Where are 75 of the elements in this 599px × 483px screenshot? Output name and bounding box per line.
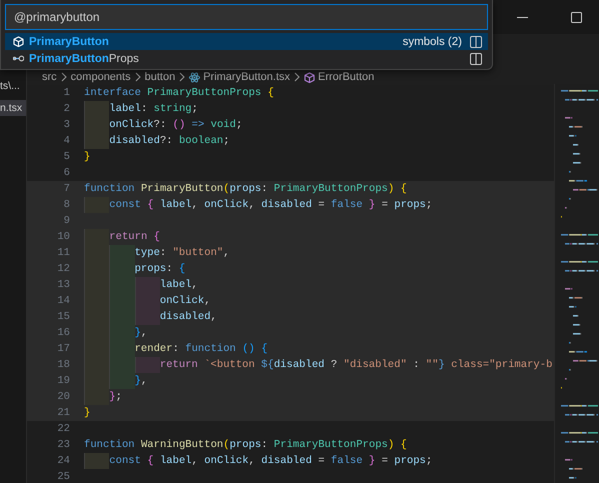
- line-number: 16: [56, 326, 71, 341]
- code-line: return {: [109, 230, 160, 245]
- breadcrumb-item[interactable]: button: [144, 71, 176, 83]
- code-line: },: [134, 326, 148, 341]
- chevron-icon: [60, 72, 68, 82]
- line-number: 18: [56, 358, 71, 373]
- code-line: }: [84, 406, 90, 421]
- indent-guide: [84, 453, 110, 469]
- code-line: label,: [160, 278, 198, 293]
- code-line: const { label, onClick, disabled = false } = props;: [109, 454, 432, 469]
- split-icon: [470, 52, 482, 64]
- line-number: 21: [56, 406, 71, 421]
- breadcrumb-item[interactable]: components: [70, 71, 131, 83]
- line-number: 10: [56, 230, 71, 245]
- line-number: 6: [62, 166, 71, 181]
- chevron-icon: [134, 72, 142, 82]
- line-number: 1: [62, 86, 71, 101]
- maximize-icon: [570, 12, 582, 22]
- code-line: function PrimaryButton(props: PrimaryButtonProps) {: [84, 182, 407, 197]
- line-number: 7: [62, 182, 71, 197]
- breadcrumb-item[interactable]: PrimaryButton.tsx: [203, 71, 290, 83]
- interface-icon: [13, 53, 24, 64]
- line-number: 4: [62, 134, 71, 149]
- code-line: function WarningButton(props: PrimaryButtonProps) {: [84, 438, 407, 453]
- line-number: 3: [62, 118, 71, 133]
- file-item[interactable]: ts\...: [0, 78, 26, 94]
- split-icon: [470, 36, 482, 48]
- breadcrumb-item[interactable]: ErrorButton: [318, 71, 374, 83]
- line-number: 22: [56, 422, 71, 437]
- code-line: type: "button",: [134, 246, 230, 261]
- code-line: render: function () {: [134, 342, 268, 357]
- indent-guide: [84, 133, 110, 149]
- split-button[interactable]: [470, 36, 482, 48]
- code-line: };: [109, 390, 122, 405]
- result-item[interactable]: PrimaryButtonProps: [5, 50, 488, 67]
- line-number: 15: [56, 310, 71, 325]
- line-number: 9: [62, 214, 71, 229]
- line-number: 13: [56, 278, 71, 293]
- file-item[interactable]: n.tsx: [0, 100, 26, 116]
- cube-icon: [304, 72, 316, 82]
- search-field[interactable]: @primarybutton: [5, 4, 488, 30]
- line-number: 23: [56, 438, 71, 453]
- code-line: return `<button ${disabled ? "disabled" : ""} class="primary-b: [160, 358, 552, 373]
- result-label: PrimaryButtonProps: [29, 52, 139, 64]
- code-line: onClick?: () => void;: [109, 118, 242, 133]
- code-line: disabled,: [160, 310, 217, 325]
- indent-guide: [84, 101, 110, 117]
- line-number: 14: [56, 294, 71, 309]
- line-number: 19: [56, 374, 71, 389]
- code-line: },: [134, 374, 148, 389]
- line-number: 17: [56, 342, 71, 357]
- chevron-icon: [293, 72, 302, 82]
- line-number: 2: [62, 102, 71, 117]
- code-line: const { label, onClick, disabled = false } = props;: [109, 198, 432, 213]
- split-button[interactable]: [470, 52, 482, 64]
- code-line: props: {: [134, 262, 186, 277]
- line-number: 25: [56, 470, 71, 483]
- line-number: 8: [62, 198, 71, 213]
- code-line: onClick,: [160, 294, 211, 309]
- line-number: 12: [56, 262, 71, 277]
- result-detail: symbols (2): [402, 36, 462, 48]
- breadcrumb-item[interactable]: src: [42, 71, 57, 83]
- code-line: interface PrimaryButtonProps {: [84, 86, 274, 101]
- chevron-icon: [178, 72, 186, 82]
- line-number: 20: [56, 390, 71, 405]
- cube-icon: [13, 36, 24, 47]
- code-line: label: string;: [109, 102, 198, 117]
- line-number: 11: [56, 246, 71, 261]
- code-line: disabled?: boolean;: [109, 134, 230, 149]
- line-number: 5: [62, 150, 71, 165]
- result-item[interactable]: PrimaryButton symbols (2): [5, 33, 488, 50]
- atom-icon: [189, 72, 200, 82]
- result-label: PrimaryButton: [29, 36, 109, 48]
- code-line: }: [84, 150, 90, 165]
- line-number: 24: [56, 454, 71, 469]
